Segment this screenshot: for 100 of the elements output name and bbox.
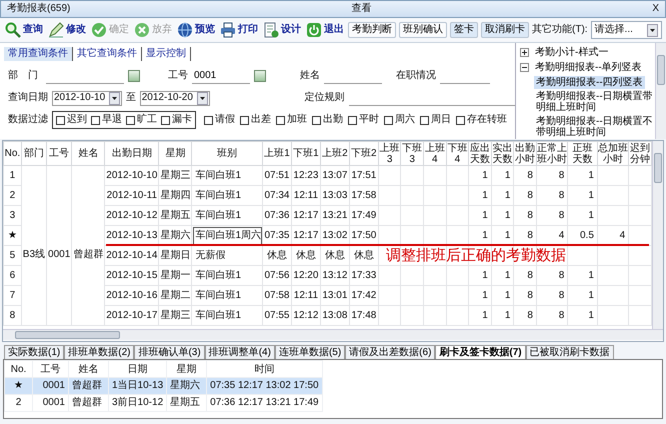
toolbar-button[interactable]: 设计: [262, 22, 302, 38]
checkbox[interactable]: [91, 116, 100, 124]
date-field[interactable]: 2012-10-10: [52, 90, 122, 106]
column-header[interactable]: 出勤小时: [514, 142, 536, 166]
column-header[interactable]: No.: [4, 142, 22, 166]
column-header[interactable]: 上班3: [378, 142, 401, 166]
table-cell: 8: [536, 166, 568, 186]
date-field[interactable]: 2012-10-20: [140, 90, 210, 106]
function-select[interactable]: 请选择...: [590, 21, 662, 39]
tree-item[interactable]: 考勤明细报表--日期横置不带明细上班时间: [534, 115, 655, 139]
tree-item[interactable]: 考勤明细报表--四列竖表: [534, 76, 645, 89]
column-header[interactable]: 下班3: [400, 142, 424, 166]
toolbar-button[interactable]: 修改: [47, 22, 87, 38]
checkbox[interactable]: [384, 116, 393, 124]
table-cell: 星期六: [166, 378, 207, 394]
picker-button[interactable]: [254, 70, 266, 82]
toolbar-button[interactable]: 签卡: [450, 22, 478, 38]
table-cell: 8: [536, 306, 568, 326]
checkbox[interactable]: [420, 116, 429, 124]
detail-tab[interactable]: 排班调整单(4): [204, 345, 275, 359]
close-button[interactable]: X: [652, 3, 659, 15]
column-header[interactable]: 正班天数: [568, 142, 598, 166]
table-cell: 星期五: [158, 206, 192, 226]
table-cell: 1: [468, 206, 492, 226]
checkbox[interactable]: [276, 116, 285, 124]
column-header[interactable]: 班别: [192, 142, 262, 166]
table-row[interactable]: ★ 0001 曾超群 1当日10-13 星期六 07:35 12:17 13:02 17:50: [4, 378, 322, 394]
table-cell: 8: [536, 186, 568, 206]
checkbox[interactable]: [204, 116, 213, 124]
table-cell: 07:36: [262, 206, 292, 226]
table-cell: 车间白班1: [192, 186, 262, 206]
table-cell: 曾超群: [72, 166, 105, 326]
toolbar-button[interactable]: 退出: [305, 22, 345, 38]
document-icon: [263, 22, 279, 38]
column-header[interactable]: 时间: [206, 360, 322, 378]
detail-tab[interactable]: 连班单数据(5): [274, 345, 346, 359]
column-header[interactable]: 下班2: [349, 142, 378, 166]
table-cell: 07:58: [262, 286, 292, 306]
table-cell: 1: [468, 266, 492, 286]
column-header[interactable]: 星期: [158, 142, 192, 166]
column-header[interactable]: 工号: [46, 142, 72, 166]
detail-tab[interactable]: 实际数据(1): [4, 345, 64, 359]
toolbar-button[interactable]: 取消刷卡: [481, 22, 529, 38]
table-cell: 12:20: [291, 266, 320, 286]
detail-tab[interactable]: 排班单数据(2): [64, 345, 134, 359]
table-cell: 星期四: [158, 186, 192, 206]
table-row[interactable]: 2 0001 曾超群 3前日10-12 星期五 07:36 12:17 13:21 17:49: [4, 394, 322, 412]
table-cell: 星期一: [158, 266, 192, 286]
query-tab[interactable]: 其它查询条件: [73, 47, 142, 61]
window-title: 考勤报表(659): [7, 3, 70, 15]
checkbox[interactable]: [348, 116, 357, 124]
toolbar-button[interactable]: 打印: [219, 22, 259, 38]
toolbar-button[interactable]: 班别确认: [399, 22, 447, 38]
field-label: 工号: [167, 70, 188, 82]
tree-item[interactable]: 考勤明细报表--单列竖表: [533, 61, 644, 74]
power-icon: [306, 22, 322, 38]
table-cell: 曾超群: [68, 378, 108, 394]
column-header[interactable]: 出勤日期: [104, 142, 159, 166]
vertical-scrollbar[interactable]: [655, 43, 666, 139]
column-header[interactable]: 上班2: [320, 142, 350, 166]
column-header[interactable]: 部门: [21, 142, 47, 166]
table-cell: 星期二: [158, 286, 192, 306]
column-header[interactable]: No.: [4, 360, 32, 378]
horizontal-scrollbar[interactable]: [3, 329, 663, 340]
table-cell: 1: [491, 306, 514, 326]
checkbox-label: 平时: [359, 114, 379, 126]
query-tab[interactable]: 显示控制: [142, 47, 191, 61]
detail-tab[interactable]: 已被取消刷卡数据: [526, 345, 614, 359]
toolbar-button[interactable]: 考勤判断: [348, 22, 396, 38]
query-tab[interactable]: 常用查询条件: [4, 47, 73, 61]
column-header[interactable]: 总加班小时: [597, 142, 629, 166]
table-cell: 1: [568, 166, 598, 186]
column-header[interactable]: 正常上班小时: [536, 142, 568, 166]
column-header[interactable]: 上班1: [262, 142, 292, 166]
tree-item[interactable]: 考勤小计-样式一: [533, 46, 610, 59]
vertical-scrollbar[interactable]: [652, 141, 663, 329]
table-cell: 星期三: [158, 306, 192, 326]
checkbox[interactable]: [456, 116, 465, 124]
column-header[interactable]: 下班4: [446, 142, 469, 166]
checkbox[interactable]: [126, 116, 135, 124]
checkbox[interactable]: [240, 116, 249, 124]
checkbox[interactable]: [312, 116, 321, 124]
table-cell: 2012-10-11: [104, 186, 159, 206]
detail-tab[interactable]: 请假及出差数据(6): [345, 345, 436, 359]
checkbox[interactable]: [161, 116, 170, 124]
detail-tab[interactable]: 刷卡及签卡数据(7): [435, 345, 526, 359]
table-cell: 0001: [32, 394, 68, 412]
table-cell: 13:07: [320, 166, 350, 186]
column-header[interactable]: 姓名: [72, 142, 105, 166]
picker-button[interactable]: [128, 70, 140, 82]
input-field[interactable]: 0001: [192, 68, 250, 84]
column-header[interactable]: 上班4: [424, 142, 446, 166]
checkbox[interactable]: [56, 116, 65, 124]
detail-tab[interactable]: 排班确认单(3): [134, 345, 205, 359]
table-cell: 8: [536, 206, 568, 226]
column-header[interactable]: 下班1: [291, 142, 320, 166]
tree-item[interactable]: 考勤明细报表--日期横置带明细上班时间: [534, 90, 655, 114]
toolbar-button[interactable]: 预览: [176, 22, 216, 38]
checkbox-label: 早退: [102, 114, 122, 126]
toolbar-button[interactable]: 查询: [4, 22, 44, 38]
